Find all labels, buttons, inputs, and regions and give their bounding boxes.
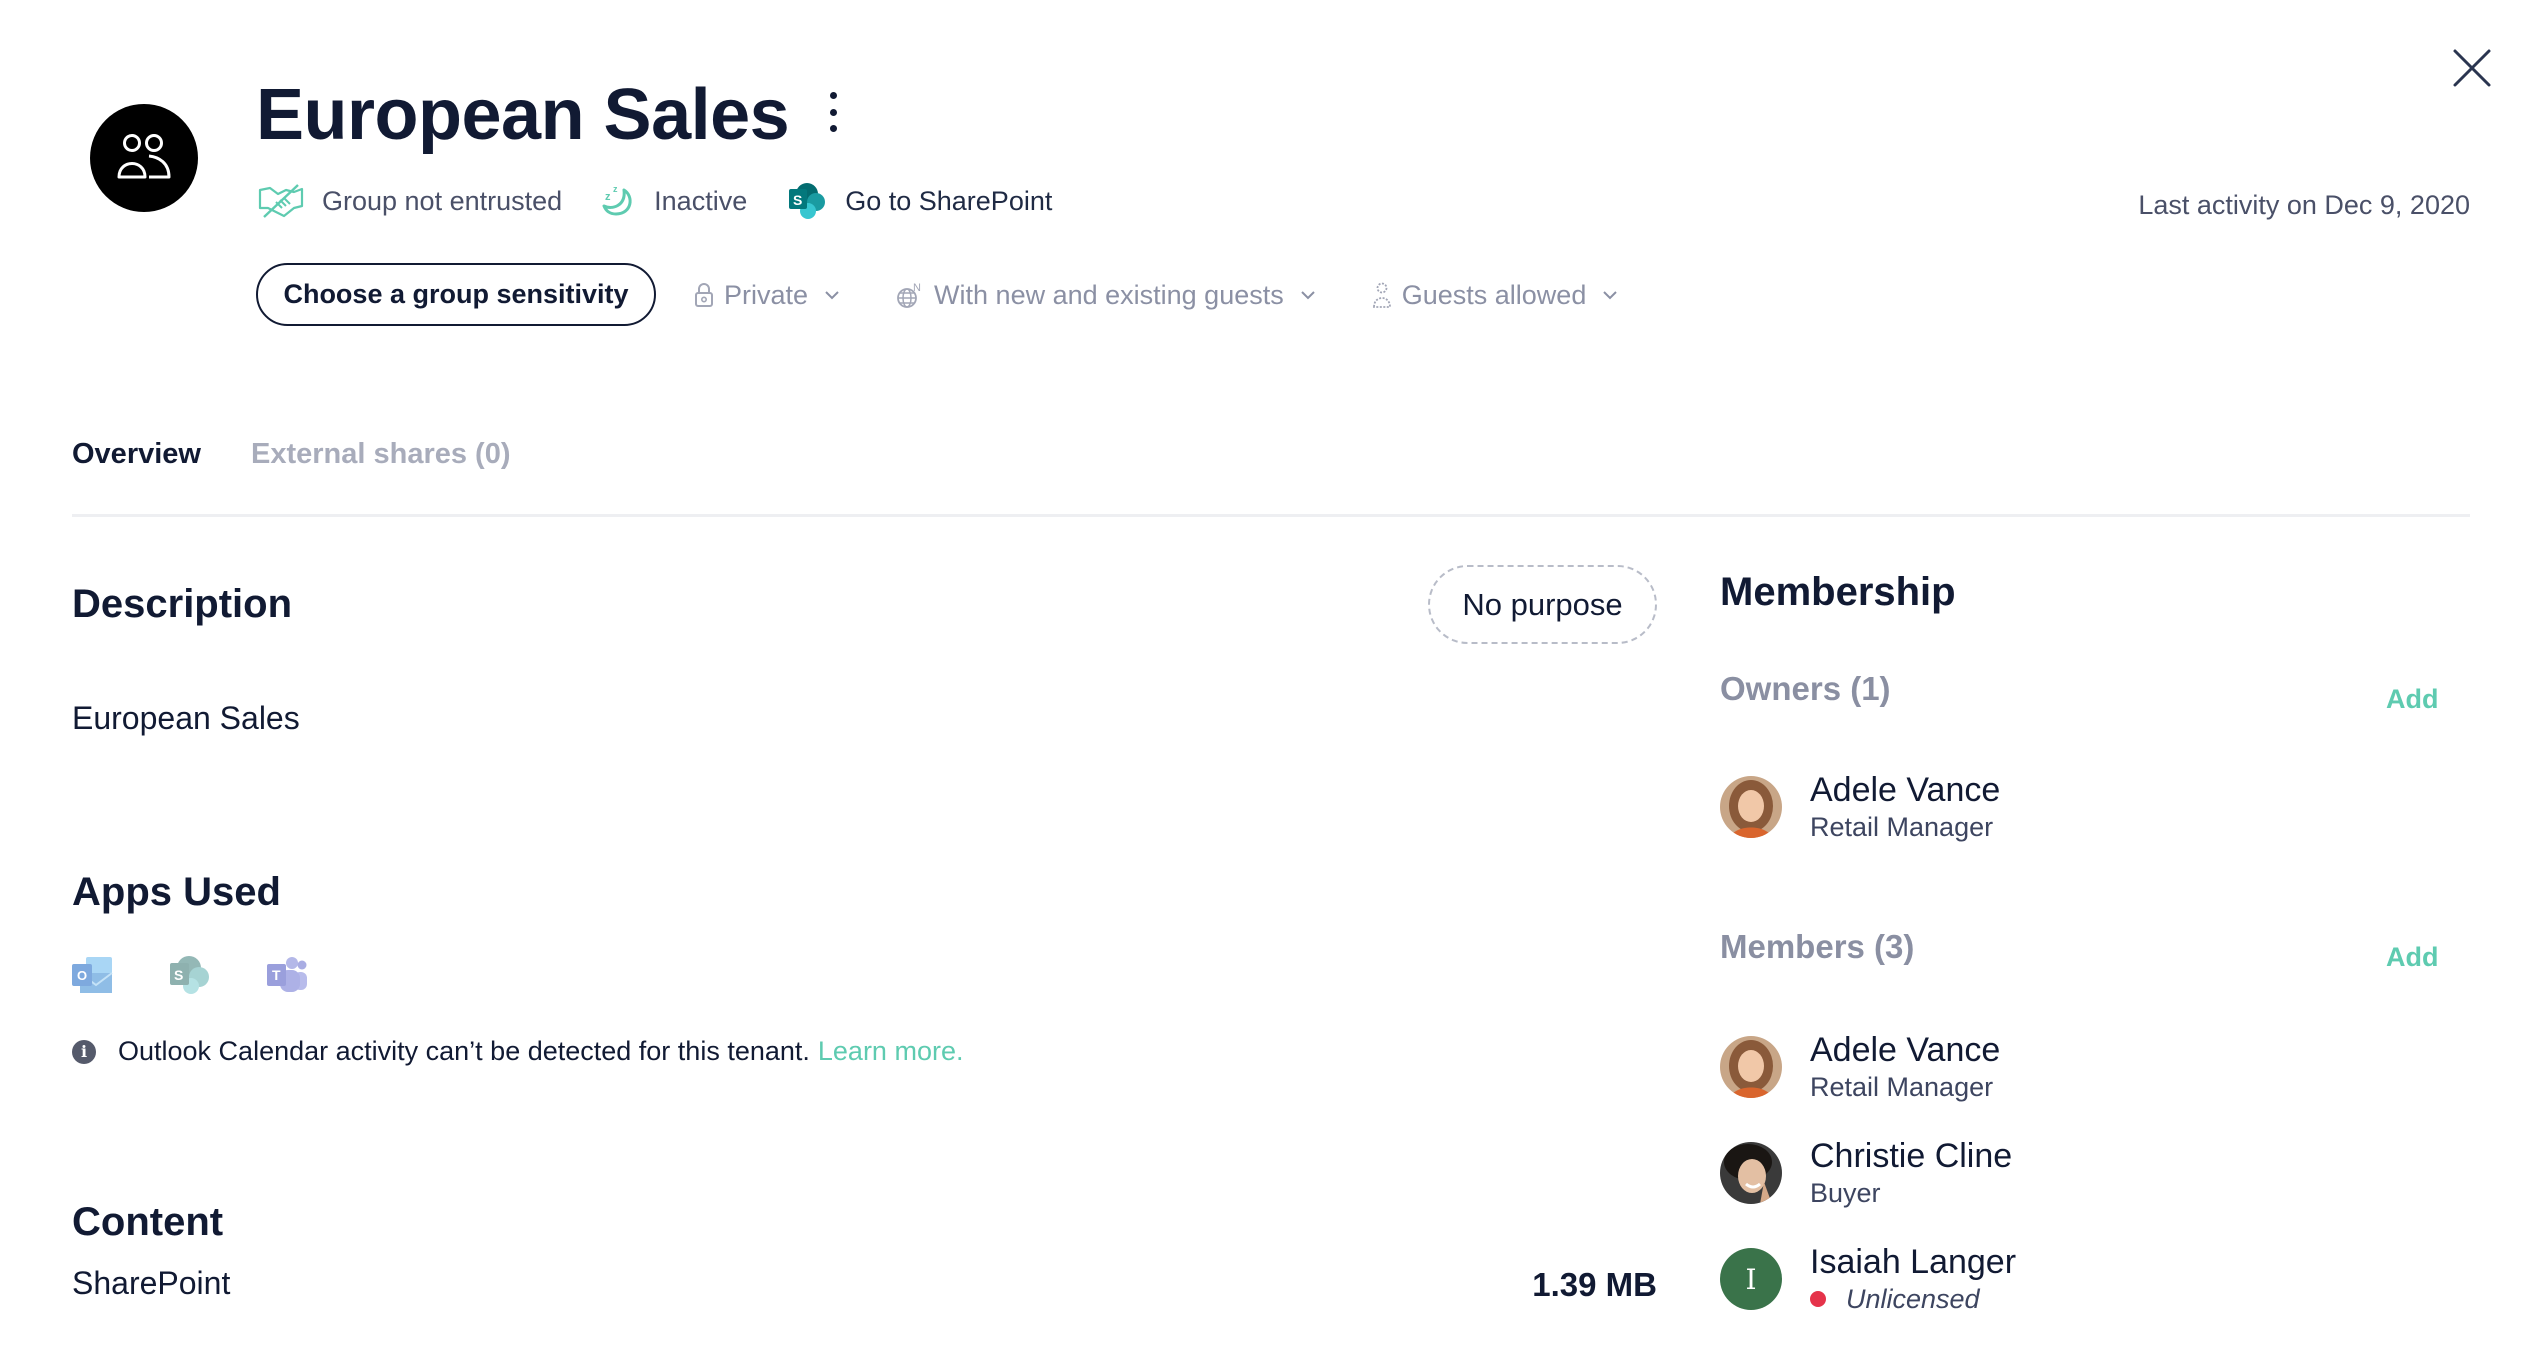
description-text: European Sales <box>72 700 300 736</box>
sharing-dropdown[interactable]: N With new and existing guests <box>896 280 1316 311</box>
choose-sensitivity-button[interactable]: Choose a group sensitivity <box>256 263 656 326</box>
person-name: Isaiah Langer <box>1810 1243 2017 1281</box>
close-icon <box>2453 49 2491 87</box>
handshake-off-icon <box>258 184 304 218</box>
sharepoint-app-icon: S <box>170 956 209 994</box>
avatar <box>1720 1036 1782 1098</box>
owners-label: Owners (1) <box>1720 670 1891 707</box>
svg-text:T: T <box>272 967 281 983</box>
sharepoint-icon: S <box>789 183 826 219</box>
tab-bar: Overview External shares (0) <box>72 438 561 471</box>
svg-text:S: S <box>174 967 183 983</box>
sharing-value: With new and existing guests <box>934 279 1284 310</box>
chevron-down-icon <box>1301 291 1315 300</box>
page-title: European Sales <box>256 75 790 155</box>
member-item[interactable]: Christie Cline Buyer <box>1720 1136 2012 1210</box>
avatar <box>1720 776 1782 838</box>
adele-avatar-photo <box>1720 776 1782 838</box>
avatar-initial: I <box>1745 1262 1757 1296</box>
outlook-icon: O <box>72 957 113 993</box>
avatar: I <box>1720 1248 1782 1310</box>
svg-text:z: z <box>613 184 618 194</box>
person-name: Christie Cline <box>1810 1137 2013 1175</box>
privacy-dropdown[interactable]: Private <box>694 280 840 311</box>
purpose-pill[interactable]: No purpose <box>1428 565 1657 644</box>
info-icon: i <box>72 1039 96 1064</box>
person-role: Retail Manager <box>1810 812 1994 842</box>
status-dot <box>1810 1291 1826 1307</box>
info-text: Outlook Calendar activity can’t be detec… <box>118 1036 810 1066</box>
owner-item[interactable]: Adele Vance Retail Manager <box>1720 770 2000 844</box>
close-button[interactable] <box>2452 48 2492 88</box>
svg-text:N: N <box>913 282 921 294</box>
person-role: Retail Manager <box>1810 1072 1994 1102</box>
membership-heading: Membership <box>1720 570 1956 614</box>
person-role: Buyer <box>1810 1178 1881 1208</box>
entrusted-status: Group not entrusted <box>258 184 562 218</box>
guest-user-icon <box>1372 282 1391 308</box>
globe-share-icon: N <box>897 282 921 308</box>
apps-used-heading: Apps Used <box>72 870 281 914</box>
avatar <box>1720 1142 1782 1204</box>
kebab-dot <box>829 108 837 116</box>
person-name: Adele Vance <box>1810 771 2001 809</box>
activity-status: z z Inactive <box>602 184 747 218</box>
member-item[interactable]: I Isaiah Langer Unlicensed <box>1720 1242 2016 1316</box>
add-owner-button[interactable]: Add <box>2386 684 2438 715</box>
settings-dropdowns: Private N With new and existing guests G… <box>694 274 1674 316</box>
license-status: Unlicensed <box>1810 1282 2016 1316</box>
content-heading: Content <box>72 1200 224 1244</box>
guests-value: Guests allowed <box>1401 279 1587 310</box>
privacy-value: Private <box>724 279 809 310</box>
go-to-sharepoint-link[interactable]: S Go to SharePoint <box>787 182 1052 220</box>
members-label: Members (3) <box>1720 928 1915 965</box>
chevron-down-icon <box>825 291 839 300</box>
content-item-size: 1.39 MB <box>1532 1266 1657 1303</box>
person-name: Adele Vance <box>1810 1031 2001 1069</box>
teams-icon: T <box>267 957 307 992</box>
svg-text:O: O <box>77 968 87 983</box>
guests-dropdown[interactable]: Guests allowed <box>1372 280 1619 311</box>
adele-avatar-photo <box>1720 1036 1782 1098</box>
sharepoint-link-label: Go to SharePoint <box>845 185 1053 216</box>
description-heading: Description <box>72 582 293 626</box>
sleep-moon-icon: z z <box>602 184 632 216</box>
more-options-button[interactable] <box>818 88 848 136</box>
tab-external-shares[interactable]: External shares (0) <box>251 438 511 471</box>
group-icon <box>117 134 171 179</box>
activity-label: Inactive <box>654 185 748 216</box>
learn-more-link[interactable]: Learn more. <box>818 1036 964 1067</box>
christie-avatar-photo <box>1720 1142 1782 1204</box>
add-member-button[interactable]: Add <box>2386 942 2438 973</box>
kebab-dot <box>829 92 837 99</box>
last-activity: Last activity on Dec 9, 2020 <box>2138 190 2470 220</box>
entrusted-label: Group not entrusted <box>322 185 563 216</box>
apps-list: O S T <box>72 955 363 995</box>
tab-divider <box>72 514 2470 517</box>
person-role: Unlicensed <box>1846 1284 1980 1314</box>
tab-overview[interactable]: Overview <box>72 438 201 471</box>
member-item[interactable]: Adele Vance Retail Manager <box>1720 1030 2000 1104</box>
calendar-info: i Outlook Calendar activity can’t be det… <box>72 1036 963 1067</box>
group-avatar <box>90 104 198 212</box>
svg-text:z: z <box>605 191 611 203</box>
lock-icon <box>695 283 713 307</box>
content-item-name: SharePoint <box>72 1265 231 1301</box>
chevron-down-icon <box>1603 291 1618 300</box>
kebab-dot <box>829 125 837 132</box>
svg-text:S: S <box>793 192 802 208</box>
status-row: Group not entrusted z z Inactive S Go to… <box>258 180 1092 222</box>
